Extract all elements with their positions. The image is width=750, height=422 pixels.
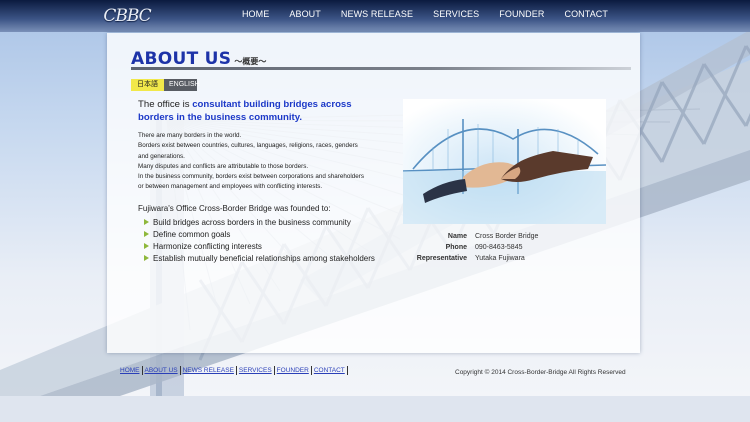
handshake-bridge-image <box>403 99 606 224</box>
nav-home[interactable]: HOME <box>232 9 279 19</box>
nav-contact[interactable]: CONTACT <box>554 9 618 19</box>
description-line: and generations. <box>138 152 185 160</box>
goal-item: Harmonize conflicting interests <box>144 240 375 252</box>
lead-statement: The office is consultant building bridge… <box>138 99 388 124</box>
triangle-bullet-icon <box>144 255 149 261</box>
footer-link-founder[interactable]: FOUNDER <box>275 366 312 375</box>
goal-item: Build bridges across borders in the busi… <box>144 216 375 228</box>
footer-link-about-us[interactable]: ABOUT US <box>143 366 181 375</box>
copyright-text: Copyright © 2014 Cross-Border-Bridge All… <box>455 369 626 376</box>
info-label: Representative <box>416 255 467 262</box>
language-english-button[interactable]: ENGLISH <box>164 79 200 91</box>
nav-about[interactable]: ABOUT <box>279 9 331 19</box>
logo[interactable]: CBBC <box>103 3 151 29</box>
language-japanese-button[interactable]: 日本語 <box>131 79 164 91</box>
goal-text: Build bridges across borders in the busi… <box>153 217 351 227</box>
triangle-bullet-icon <box>144 243 149 249</box>
info-value: 090-8463-5845 <box>475 244 523 251</box>
footer-link-home[interactable]: HOME <box>120 366 143 375</box>
description-text: There are many borders in the world. Bor… <box>138 131 398 193</box>
footer-link-contact[interactable]: CONTACT <box>312 366 348 375</box>
lead-prefix: The office is <box>138 99 193 110</box>
logo-text: CBBC <box>103 6 151 26</box>
goal-item: Define common goals <box>144 228 375 240</box>
footer-nav: HOME ABOUT US NEWS RELEASE SERVICES FOUN… <box>120 366 348 375</box>
goal-text: Establish mutually beneficial relationsh… <box>153 253 375 263</box>
info-value: Yutaka Fujiwara <box>475 255 525 262</box>
page-title-suffix: ～概要～ <box>234 57 267 66</box>
goal-item: Establish mutually beneficial relationsh… <box>144 252 375 264</box>
footer-strip <box>0 396 750 422</box>
nav-services[interactable]: SERVICES <box>423 9 489 19</box>
description-line: There are many borders in the world. <box>138 132 242 139</box>
top-navigation-bar: CBBC HOME ABOUT NEWS RELEASE SERVICES FO… <box>0 0 750 32</box>
page-heading: ABOUT US ～概要～ <box>131 49 266 69</box>
handshake-bridge-graphic <box>403 99 606 224</box>
nav-founder[interactable]: FOUNDER <box>489 9 554 19</box>
info-row-representative: Representative Yutaka Fujiwara <box>407 253 538 264</box>
page-title: ABOUT US <box>131 49 232 69</box>
goal-text: Harmonize conflicting interests <box>153 241 262 251</box>
info-row-name: Name Cross Border Bridge <box>407 231 539 242</box>
description-line: Borders exist between countries, culture… <box>138 142 358 150</box>
footer-link-news-release[interactable]: NEWS RELEASE <box>181 366 237 375</box>
info-value: Cross Border Bridge <box>475 233 539 240</box>
office-info: Name Cross Border Bridge Phone 090-8463-… <box>407 231 539 264</box>
description-line: In the business community, borders exist… <box>138 173 364 181</box>
info-label: Name <box>447 233 467 240</box>
info-row-phone: Phone 090-8463-5845 <box>407 242 538 253</box>
goals-list: Build bridges across borders in the busi… <box>144 216 375 264</box>
footer-link-services[interactable]: SERVICES <box>237 366 275 375</box>
description-line: or between management and employees with… <box>138 183 323 191</box>
content-panel: ABOUT US ～概要～ 日本語 ENGLISH The office is … <box>107 33 640 353</box>
language-switcher: 日本語 ENGLISH <box>131 79 200 91</box>
heading-divider <box>131 67 631 70</box>
triangle-bullet-icon <box>144 219 149 225</box>
nav-news-release[interactable]: NEWS RELEASE <box>331 9 423 19</box>
description-line: Many disputes and conflicts are attribut… <box>138 162 309 170</box>
goal-text: Define common goals <box>153 229 231 239</box>
triangle-bullet-icon <box>144 231 149 237</box>
info-label: Phone <box>445 244 467 251</box>
founded-intro: Fujiwara's Office Cross-Border Bridge wa… <box>138 204 331 213</box>
main-nav: HOME ABOUT NEWS RELEASE SERVICES FOUNDER… <box>232 0 618 28</box>
